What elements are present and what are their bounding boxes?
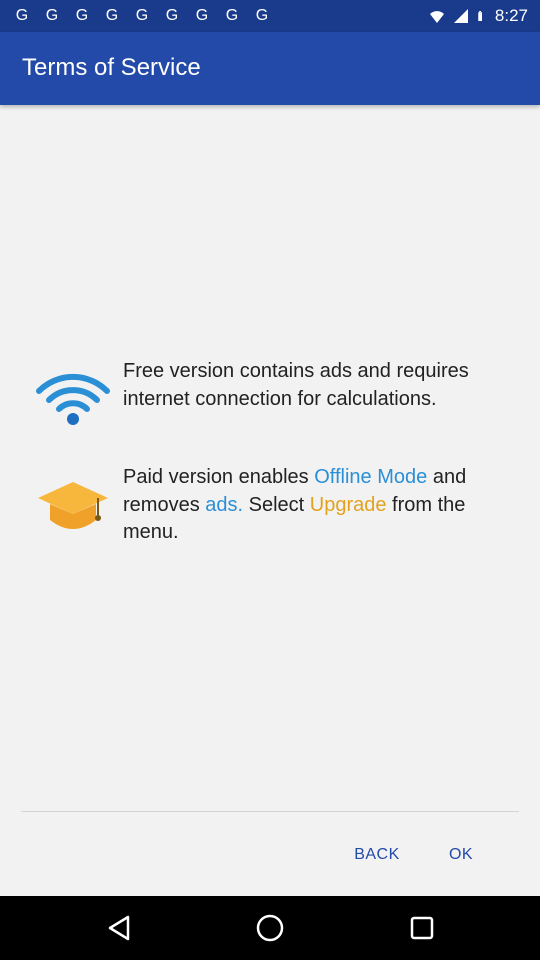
signal-icon <box>453 9 468 23</box>
offline-mode-highlight: Offline Mode <box>314 466 428 488</box>
home-circle-icon <box>256 914 284 942</box>
upgrade-highlight: Upgrade <box>309 493 387 516</box>
app-bar: Terms of Service <box>0 32 540 105</box>
wifi-icon <box>429 11 444 23</box>
notification-g-icon: G <box>105 7 119 24</box>
battery-icon <box>478 11 482 21</box>
nav-home-button[interactable] <box>252 910 288 946</box>
notification-g-icon: G <box>165 7 179 24</box>
notification-g-icon: G <box>255 7 269 24</box>
button-divider <box>21 811 519 812</box>
back-button[interactable]: BACK <box>345 835 409 875</box>
notification-g-icon: G <box>45 7 59 24</box>
paid-version-text: Paid version enables Offline Mode and re… <box>123 464 498 547</box>
free-version-row: Free version contains ads and requires i… <box>0 355 540 462</box>
notification-g-icon: G <box>75 7 89 24</box>
paid-text-part: Select <box>243 493 310 516</box>
navigation-bar <box>0 896 540 960</box>
paid-text-part: Paid version enables <box>123 466 315 488</box>
status-bar: G G G G G G G G G 8:27 <box>0 0 540 32</box>
nav-back-button[interactable] <box>101 910 137 946</box>
wifi-signal-icon <box>36 373 110 425</box>
ok-button[interactable]: OK <box>440 835 482 875</box>
clock: 8:27 <box>494 6 528 25</box>
nav-recents-button[interactable] <box>404 910 440 946</box>
back-triangle-icon <box>108 915 130 941</box>
notification-g-icon: G <box>225 7 239 24</box>
terms-content: Free version contains ads and requires i… <box>0 355 540 569</box>
notification-g-icon: G <box>195 7 209 24</box>
ads-highlight: ads. <box>205 493 244 516</box>
notification-icons: G G G G G G G G G <box>12 6 272 26</box>
recents-square-icon <box>410 916 434 940</box>
free-version-text: Free version contains ads and requires i… <box>123 360 469 410</box>
graduation-cap-icon <box>38 482 108 529</box>
page-title: Terms of Service <box>22 54 201 81</box>
notification-g-icon: G <box>15 7 29 24</box>
notification-g-icon: G <box>135 7 149 24</box>
paid-version-row: Paid version enables Offline Mode and re… <box>0 462 540 569</box>
